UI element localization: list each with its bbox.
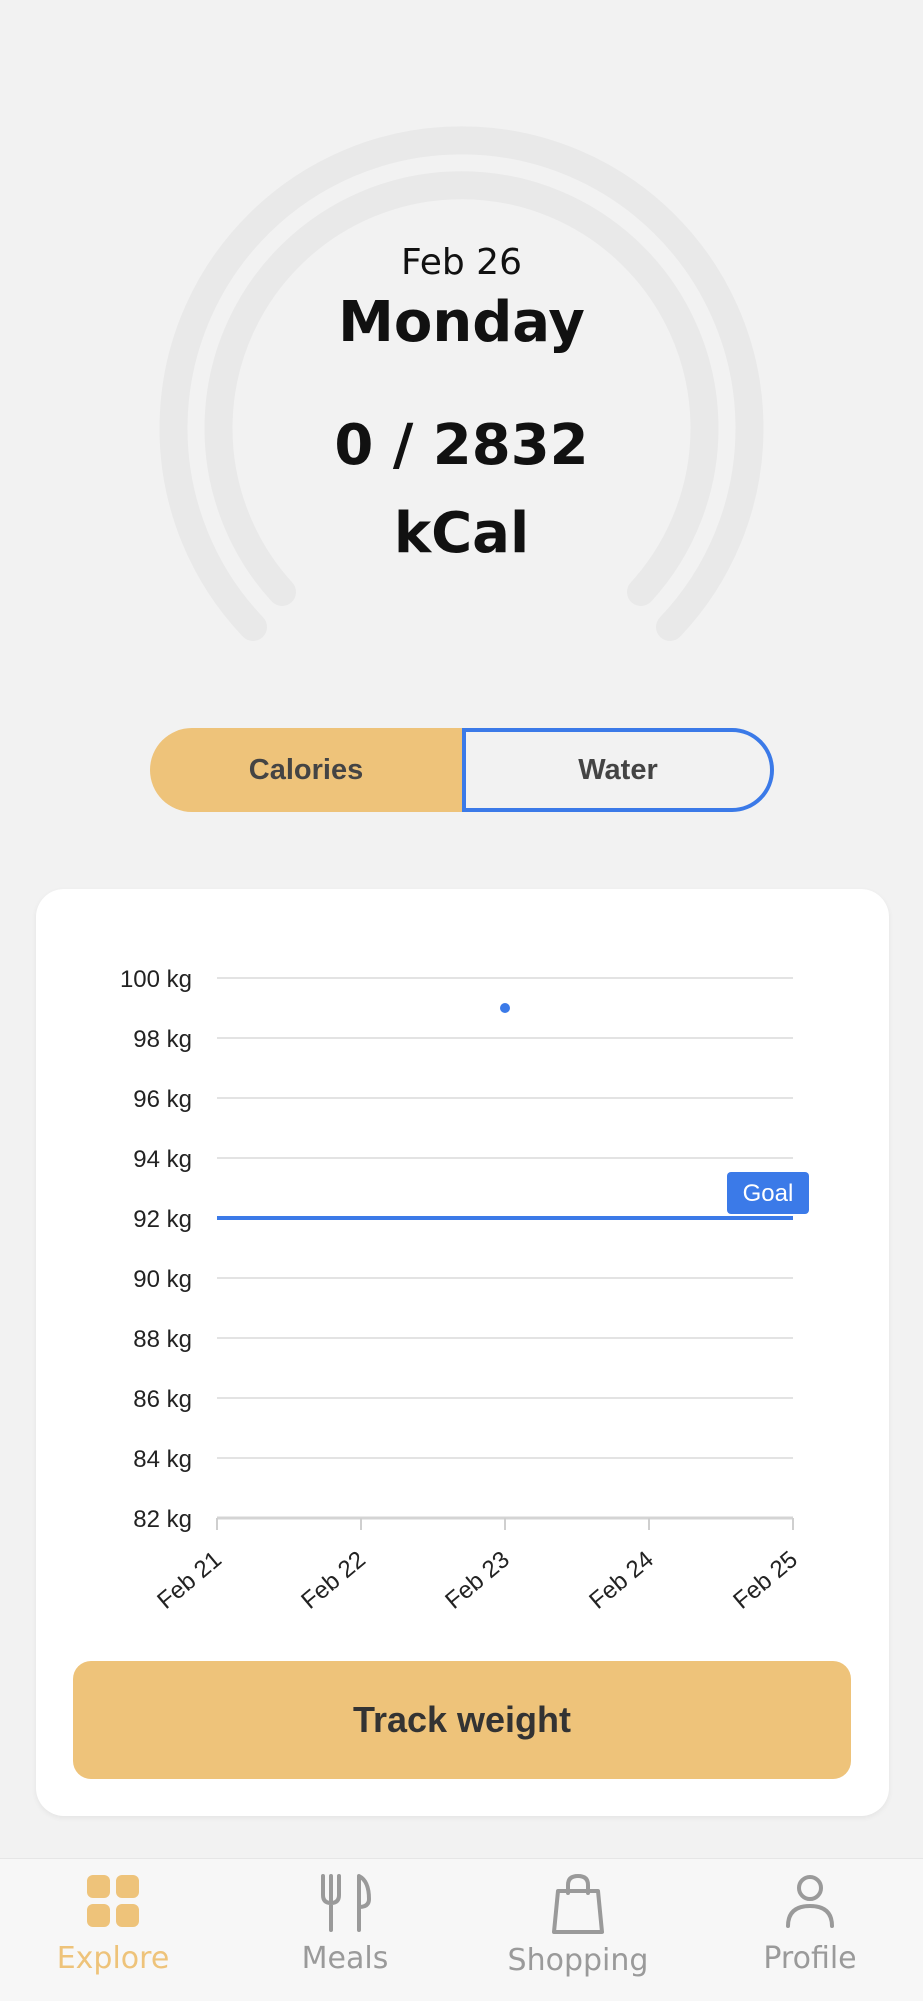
tab-explore[interactable]: Explore bbox=[13, 1859, 213, 2001]
y-tick-label: 94 kg bbox=[133, 1146, 192, 1173]
y-tick-label: 88 kg bbox=[133, 1326, 192, 1353]
weight-chart: 100 kg 98 kg 96 kg 94 kg 92 kg 90 kg 88 kg 86 k… bbox=[120, 966, 809, 1615]
y-tick-label: 90 kg bbox=[133, 1266, 192, 1293]
y-tick-label: 98 kg bbox=[133, 1026, 192, 1053]
date-label: Feb 26 bbox=[401, 242, 522, 283]
tab-meals-label: Meals bbox=[301, 1941, 389, 1976]
tab-explore-label: Explore bbox=[56, 1941, 170, 1976]
x-tick-label: Feb 25 bbox=[728, 1546, 803, 1615]
y-tick-label: 100 kg bbox=[120, 966, 192, 993]
calorie-count: 0 / 2832 bbox=[334, 413, 589, 478]
tab-shopping-label: Shopping bbox=[507, 1943, 649, 1978]
shopping-bag-icon bbox=[552, 1873, 604, 1934]
y-tick-label: 96 kg bbox=[133, 1086, 192, 1113]
y-tick-label: 86 kg bbox=[133, 1386, 192, 1413]
grid-icon bbox=[87, 1875, 139, 1927]
water-toggle-button[interactable]: Water bbox=[462, 728, 774, 812]
metric-toggle: Calories Water bbox=[150, 728, 774, 812]
y-tick-label: 82 kg bbox=[133, 1506, 192, 1533]
calorie-unit: kCal bbox=[393, 501, 530, 566]
x-tick-label: Feb 21 bbox=[152, 1546, 227, 1615]
x-tick-label: Feb 24 bbox=[584, 1546, 659, 1615]
tab-shopping[interactable]: Shopping bbox=[478, 1859, 678, 2001]
tab-profile[interactable]: Profile bbox=[710, 1859, 910, 2001]
weight-data-point bbox=[500, 1003, 510, 1013]
tab-bar: Explore Meals Shopping Profile bbox=[0, 1858, 923, 2001]
calories-toggle-button[interactable]: Calories bbox=[150, 728, 462, 812]
x-tick-label: Feb 22 bbox=[296, 1546, 371, 1615]
person-icon bbox=[786, 1875, 834, 1928]
fork-knife-icon bbox=[321, 1874, 371, 1932]
y-tick-label: 92 kg bbox=[133, 1206, 192, 1233]
tab-meals[interactable]: Meals bbox=[245, 1859, 445, 2001]
weekday-label: Monday bbox=[338, 290, 585, 355]
x-tick-label: Feb 23 bbox=[440, 1546, 515, 1615]
weight-card: 100 kg 98 kg 96 kg 94 kg 92 kg 90 kg 88 kg 86 k… bbox=[36, 889, 889, 1816]
y-tick-label: 84 kg bbox=[133, 1446, 192, 1473]
track-weight-button[interactable]: Track weight bbox=[73, 1661, 851, 1779]
goal-label: Goal bbox=[743, 1180, 794, 1207]
tab-profile-label: Profile bbox=[763, 1941, 857, 1976]
